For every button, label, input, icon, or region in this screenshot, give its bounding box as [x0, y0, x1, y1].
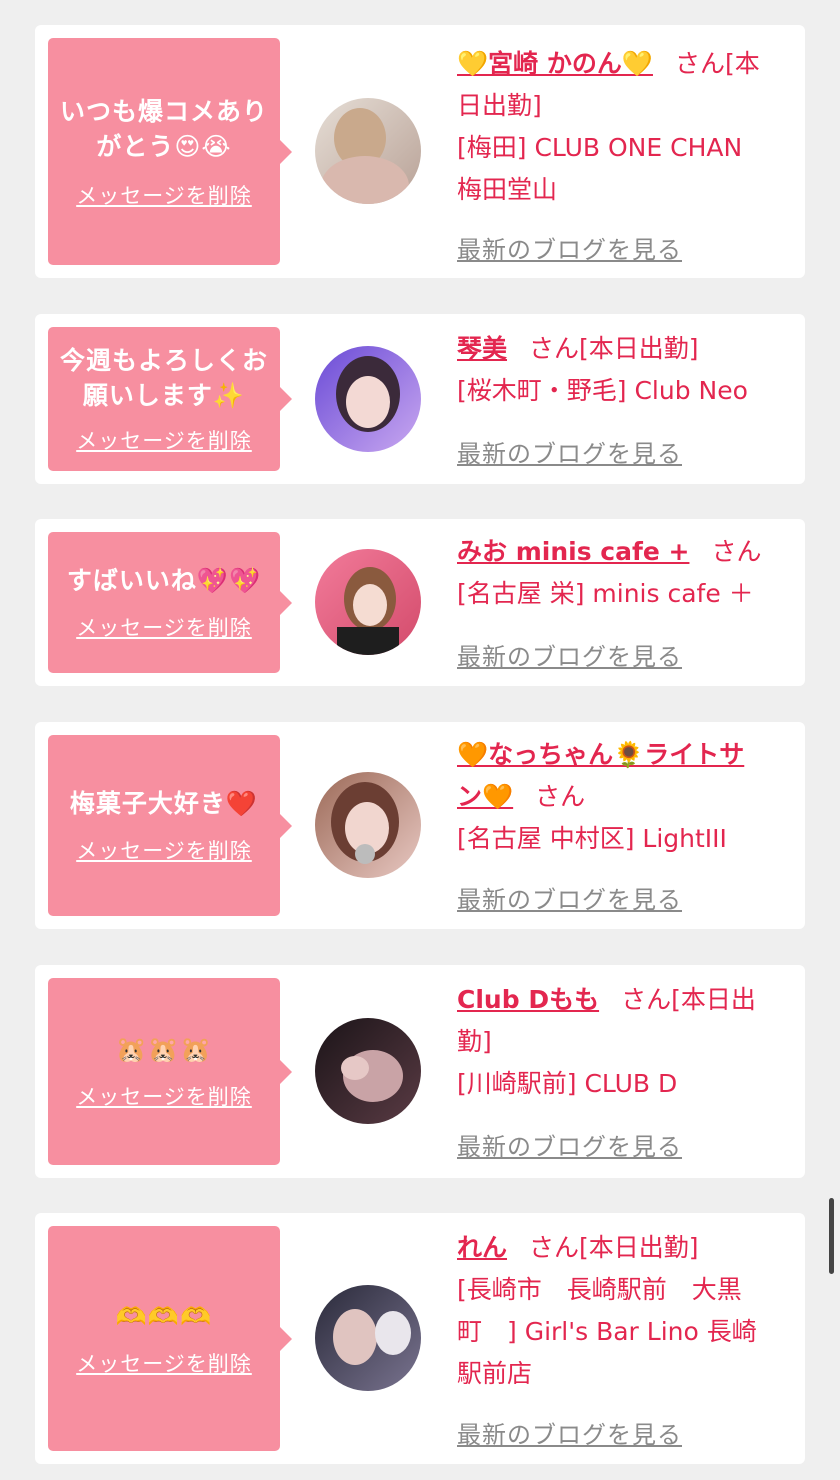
- message-line: すばいいね💖💖: [66, 566, 262, 595]
- avatar[interactable]: [315, 549, 421, 655]
- cast-name-link[interactable]: 琴美: [457, 334, 507, 363]
- message-line: 今週もよろしくお: [59, 346, 268, 375]
- latest-blog-link[interactable]: 最新のブログを見る: [457, 230, 682, 265]
- cast-name-link[interactable]: れん: [457, 1233, 507, 1262]
- cast-status: 日出勤]: [457, 91, 542, 120]
- latest-blog-link[interactable]: 最新のブログを見る: [457, 1127, 682, 1162]
- avatar[interactable]: [315, 1285, 421, 1391]
- message-line: いつも爆コメあり: [59, 96, 268, 126]
- message-text: 🫶🫶🫶: [116, 1299, 212, 1334]
- card-5: 🐹🐹🐹 メッセージを削除 Club Dもも さん[本日出 勤] [川崎駅前] CL…: [35, 965, 805, 1178]
- message-line: 願いします✨: [82, 381, 246, 410]
- delete-message-link[interactable]: メッセージを削除: [76, 180, 252, 210]
- message-bubble: 🫶🫶🫶 メッセージを削除: [48, 1226, 292, 1451]
- cast-name-link[interactable]: 🧡なっちゃん🌻ライトサ: [457, 740, 744, 769]
- shop-name: 駅前店: [457, 1359, 533, 1388]
- latest-blog-link[interactable]: 最新のブログを見る: [457, 434, 682, 469]
- latest-blog-link[interactable]: 最新のブログを見る: [457, 1415, 682, 1450]
- shop-name: [名古屋 中村区] LightIII: [457, 824, 727, 853]
- shop-name: [長崎市 長崎駅前 大黒: [457, 1275, 742, 1304]
- message-bubble: いつも爆コメあり がとう😍😭 メッセージを削除: [48, 38, 292, 265]
- avatar[interactable]: [315, 1018, 421, 1124]
- cast-info: 🧡なっちゃん🌻ライトサ ン🧡 さん [名古屋 中村区] LightIII: [457, 734, 795, 860]
- message-line: 🫶🫶🫶: [115, 1302, 213, 1331]
- delete-message-link[interactable]: メッセージを削除: [76, 1081, 252, 1111]
- message-text: 🐹🐹🐹: [116, 1032, 212, 1067]
- message-bubble: すばいいね💖💖 メッセージを削除: [48, 532, 292, 673]
- scrollbar[interactable]: [829, 1198, 834, 1274]
- message-line: 🐹🐹🐹: [115, 1035, 213, 1064]
- cast-status: さん: [711, 537, 762, 566]
- latest-blog-link[interactable]: 最新のブログを見る: [457, 880, 682, 915]
- shop-name: 梅田堂山: [457, 175, 558, 204]
- cast-info: れん さん[本日出勤] [長崎市 長崎駅前 大黒 町 ] Girl's Bar L…: [457, 1227, 795, 1395]
- shop-name: 町 ] Girl's Bar Lino 長崎: [457, 1317, 757, 1346]
- cast-status: さん[本: [674, 49, 760, 78]
- shop-name: [川崎駅前] CLUB D: [457, 1069, 678, 1098]
- cast-status: 勤]: [457, 1027, 492, 1056]
- cast-name-link[interactable]: みお minis cafe +: [457, 537, 689, 566]
- message-line: 梅菓子大好き❤️: [69, 789, 259, 818]
- message-bubble: 梅菓子大好き❤️ メッセージを削除: [48, 735, 292, 916]
- avatar[interactable]: [315, 98, 421, 204]
- cast-status: さん: [535, 782, 586, 811]
- cast-status: さん[本日出勤]: [529, 334, 699, 363]
- card-6: 🫶🫶🫶 メッセージを削除 れん さん[本日出勤] [長崎市 長崎駅前 大黒 町 ]…: [35, 1213, 805, 1464]
- cast-status: さん[本日出: [621, 985, 756, 1014]
- message-text: いつも爆コメあり がとう😍😭: [60, 94, 268, 164]
- shop-name: [梅田] CLUB ONE CHAN: [457, 133, 743, 162]
- shop-name: [桜木町・野毛] Club Neo: [457, 376, 748, 405]
- cast-name-link[interactable]: 💛宮崎 かのん💛: [457, 49, 653, 78]
- avatar[interactable]: [315, 346, 421, 452]
- card-2: 今週もよろしくお 願いします✨ メッセージを削除 琴美 さん[本日出勤] [桜木町…: [35, 314, 805, 484]
- message-text: すばいいね💖💖: [67, 563, 261, 598]
- message-line: がとう😍😭: [96, 131, 232, 161]
- message-text: 今週もよろしくお 願いします✨: [60, 343, 268, 413]
- cast-status: さん[本日出勤]: [529, 1233, 699, 1262]
- card-3: すばいいね💖💖 メッセージを削除 みお minis cafe + さん [名古屋 …: [35, 519, 805, 686]
- message-bubble: 🐹🐹🐹 メッセージを削除: [48, 978, 292, 1165]
- cast-info: Club Dもも さん[本日出 勤] [川崎駅前] CLUB D: [457, 979, 795, 1105]
- card-4: 梅菓子大好き❤️ メッセージを削除 🧡なっちゃん🌻ライトサ ン🧡 さん [名古屋 …: [35, 722, 805, 929]
- delete-message-link[interactable]: メッセージを削除: [76, 612, 252, 642]
- latest-blog-link[interactable]: 最新のブログを見る: [457, 637, 682, 672]
- cast-info: みお minis cafe + さん [名古屋 栄] minis cafe ＋: [457, 531, 795, 615]
- card-1: いつも爆コメあり がとう😍😭 メッセージを削除 💛宮崎 かのん💛 さん[本 日出勤…: [35, 25, 805, 278]
- cast-name-link[interactable]: ン🧡: [457, 782, 513, 811]
- delete-message-link[interactable]: メッセージを削除: [76, 1348, 252, 1378]
- message-text: 梅菓子大好き❤️: [70, 786, 258, 821]
- shop-name: [名古屋 栄] minis cafe ＋: [457, 579, 754, 608]
- cast-info: 💛宮崎 かのん💛 さん[本 日出勤] [梅田] CLUB ONE CHAN 梅田堂…: [457, 43, 795, 211]
- cast-info: 琴美 さん[本日出勤] [桜木町・野毛] Club Neo: [457, 328, 795, 412]
- delete-message-link[interactable]: メッセージを削除: [76, 835, 252, 865]
- avatar[interactable]: [315, 772, 421, 878]
- message-bubble: 今週もよろしくお 願いします✨ メッセージを削除: [48, 327, 292, 471]
- cast-name-link[interactable]: Club Dもも: [457, 985, 599, 1014]
- delete-message-link[interactable]: メッセージを削除: [76, 425, 252, 455]
